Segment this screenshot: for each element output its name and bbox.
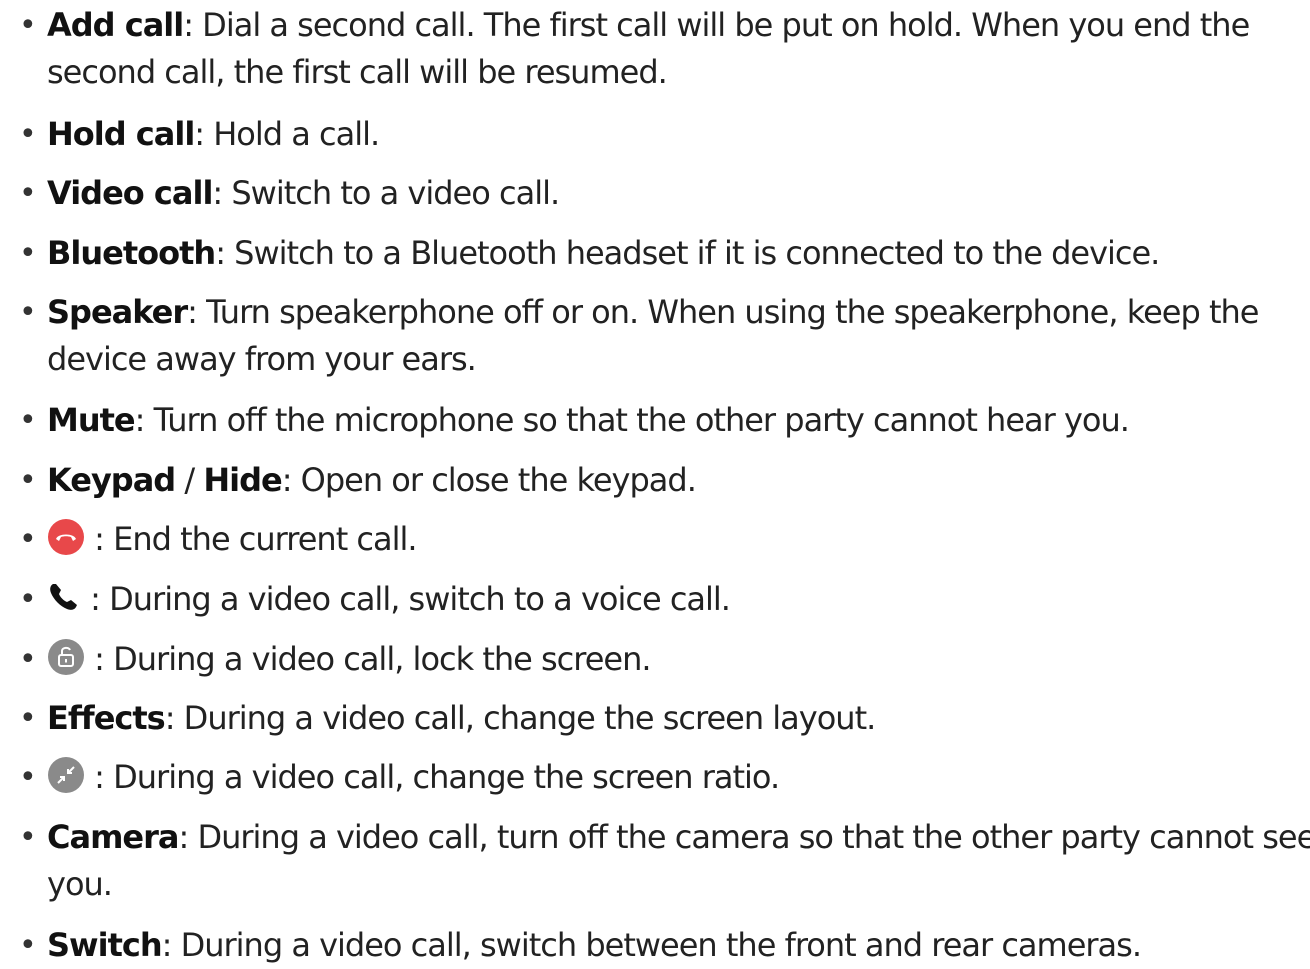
term-video-call: Video call	[47, 174, 212, 212]
desc-keypad: : Open or close the keypad.	[282, 461, 696, 499]
desc-add-call-1: : Dial a second call. The first call wil…	[183, 6, 1249, 44]
bullet: •	[19, 754, 36, 801]
term-camera: Camera	[47, 818, 179, 856]
desc-speaker-2: device away from your ears.	[47, 336, 1258, 383]
term-switch: Switch	[47, 926, 162, 964]
term-mute: Mute	[47, 401, 135, 439]
phone-icon	[47, 581, 81, 613]
bullet: •	[19, 922, 36, 969]
term-add-call: Add call	[47, 6, 183, 44]
term-hide: Hide	[203, 461, 281, 499]
bullet: •	[19, 636, 36, 683]
bullet: •	[19, 170, 36, 217]
term-effects: Effects	[47, 699, 165, 737]
screen-ratio-icon	[47, 756, 85, 794]
bullet: •	[19, 397, 36, 444]
desc-video-call: : Switch to a video call.	[212, 174, 559, 212]
desc-bluetooth: : Switch to a Bluetooth headset if it is…	[215, 234, 1159, 272]
desc-voice-call: : During a video call, switch to a voice…	[81, 580, 730, 618]
desc-end-call: : End the current call.	[85, 520, 417, 558]
term-separator: /	[175, 461, 203, 499]
desc-add-call-2: second call, the first call will be resu…	[47, 49, 1249, 96]
term-hold-call: Hold call	[47, 115, 194, 153]
term-speaker: Speaker	[47, 293, 187, 331]
unlock-icon	[47, 638, 85, 676]
term-bluetooth: Bluetooth	[47, 234, 215, 272]
bullet: •	[19, 289, 36, 336]
desc-speaker-1: : Turn speakerphone off or on. When usin…	[187, 293, 1258, 331]
bullet: •	[19, 695, 36, 742]
desc-lock-screen: : During a video call, lock the screen.	[85, 640, 651, 678]
bullet: •	[19, 516, 36, 563]
end-call-icon	[47, 518, 85, 556]
desc-mute: : Turn off the microphone so that the ot…	[135, 401, 1129, 439]
desc-hold-call: : Hold a call.	[194, 115, 379, 153]
bullet: •	[19, 576, 36, 623]
bullet: •	[19, 457, 36, 504]
bullet: •	[19, 814, 36, 861]
term-keypad: Keypad	[47, 461, 175, 499]
bullet: •	[19, 111, 36, 158]
desc-switch: : During a video call, switch between th…	[162, 926, 1141, 964]
desc-camera-1: : During a video call, turn off the came…	[179, 818, 1310, 856]
desc-camera-2: you.	[47, 861, 1310, 908]
desc-effects: : During a video call, change the screen…	[165, 699, 876, 737]
bullet: •	[19, 2, 36, 49]
desc-screen-ratio: : During a video call, change the screen…	[85, 758, 779, 796]
bullet: •	[19, 230, 36, 277]
